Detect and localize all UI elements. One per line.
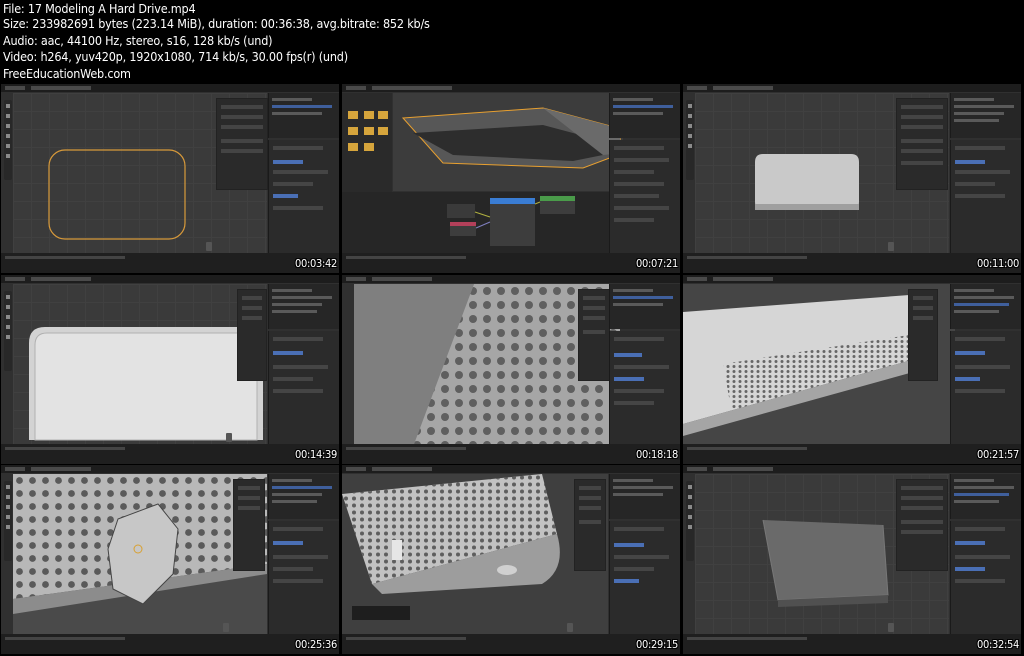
video-line: Video: h264, yuv420p, 1920x1080, 714 kb/… <box>3 49 348 64</box>
timestamp-5: 00:18:18 <box>635 448 678 461</box>
thumbnail-8[interactable]: 00:29:15 <box>342 465 680 654</box>
thumbnail-4[interactable]: 00:14:39 <box>1 275 339 464</box>
timestamp-7: 00:25:36 <box>294 638 337 651</box>
timestamp-3: 00:11:00 <box>976 257 1019 270</box>
file-name-line: File: 17 Modeling A Hard Drive.mp4 <box>3 1 196 16</box>
size-line: Size: 233982691 bytes (223.14 MiB), dura… <box>3 16 430 31</box>
thumbnail-3[interactable]: 00:11:00 <box>683 84 1021 273</box>
thumbnail-6[interactable]: 00:21:57 <box>683 275 1021 464</box>
timestamp-4: 00:14:39 <box>294 448 337 461</box>
file-info-header: File: 17 Modeling A Hard Drive.mp4 Size:… <box>0 0 1024 84</box>
timestamp-2: 00:07:21 <box>635 257 678 270</box>
timestamp-9: 00:32:54 <box>976 638 1019 651</box>
timestamp-6: 00:21:57 <box>976 448 1019 461</box>
thumbnail-7[interactable]: 00:25:36 <box>1 465 339 654</box>
thumbnail-1[interactable]: 00:03:42 <box>1 84 339 273</box>
thumbnail-2[interactable]: 00:07:21 <box>342 84 680 273</box>
thumbnail-9[interactable]: 00:32:54 <box>683 465 1021 654</box>
timestamp-1: 00:03:42 <box>294 257 337 270</box>
site-line: FreeEducationWeb.com <box>3 66 131 81</box>
audio-line: Audio: aac, 44100 Hz, stereo, s16, 128 k… <box>3 33 273 48</box>
thumbnail-5[interactable]: 00:18:18 <box>342 275 680 464</box>
timestamp-8: 00:29:15 <box>635 638 678 651</box>
